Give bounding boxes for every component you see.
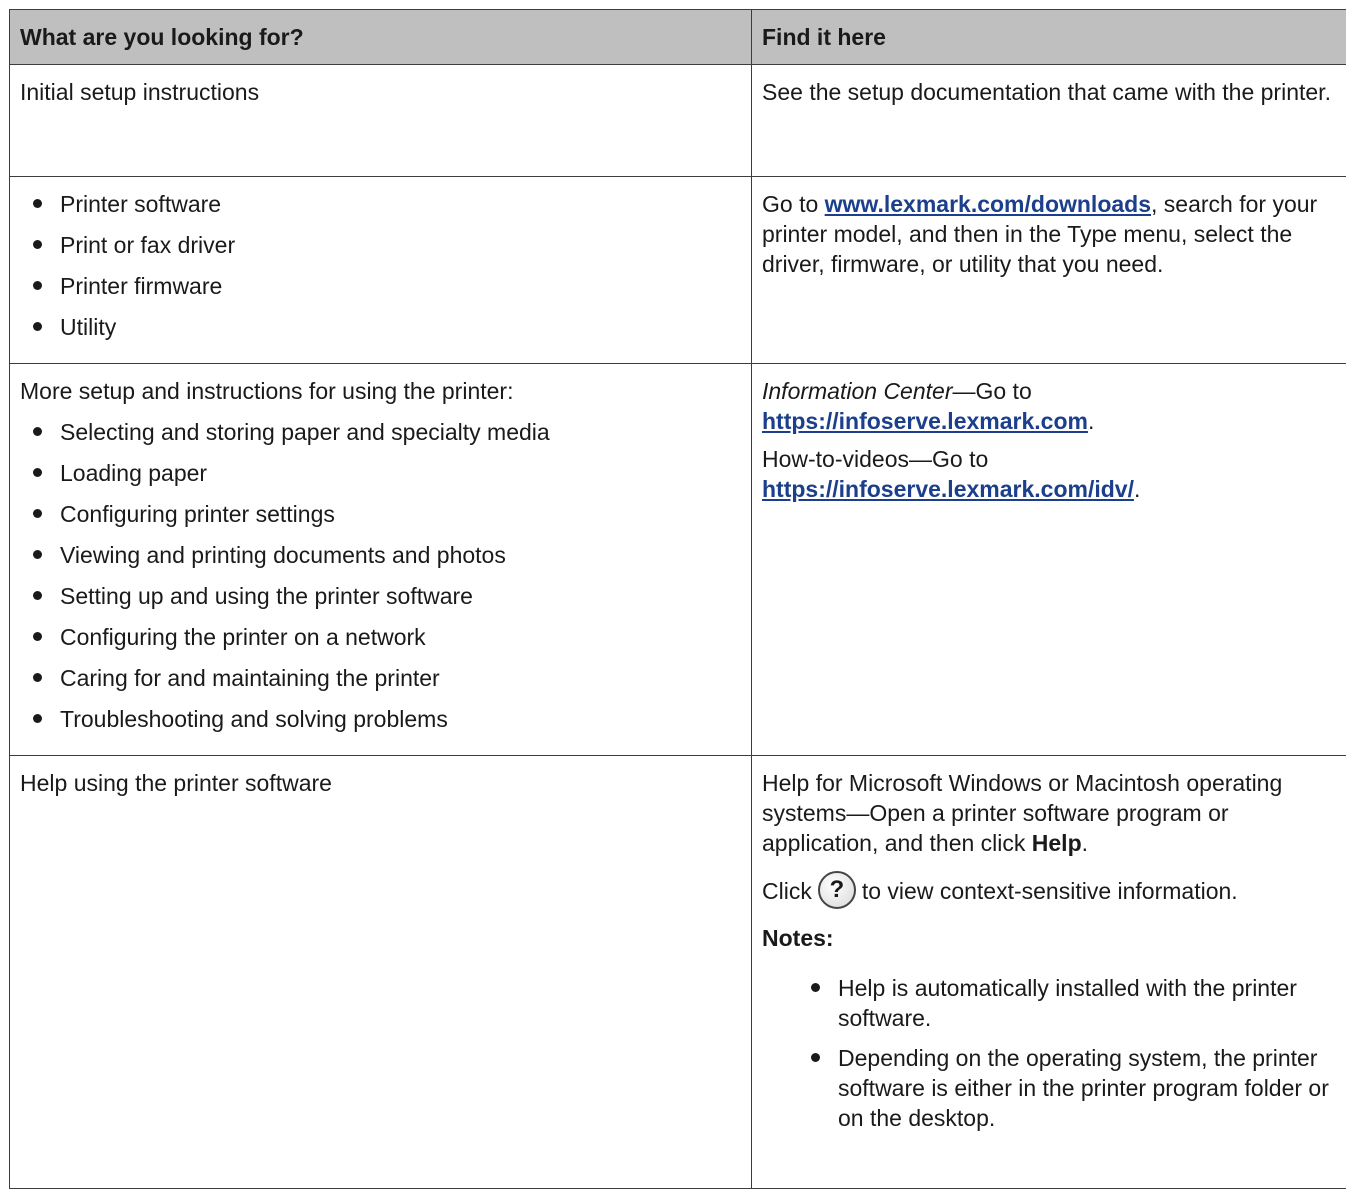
list-item: Print or fax driver — [20, 230, 741, 260]
header-looking-for: What are you looking for? — [10, 10, 752, 65]
downloads-link[interactable]: www.lexmark.com/downloads — [825, 191, 1151, 217]
software-list: Printer software Print or fax driver Pri… — [20, 189, 741, 342]
info-center-title: Information Center — [762, 378, 952, 404]
list-item: Caring for and maintaining the printer — [20, 663, 741, 693]
cell-more-setup: More setup and instructions for using th… — [10, 364, 752, 756]
list-item: Printer firmware — [20, 271, 741, 301]
list-item: Utility — [20, 312, 741, 342]
notes-title: Notes: — [762, 923, 1344, 953]
list-item: Viewing and printing documents and photo… — [20, 540, 741, 570]
list-item: Help is automatically installed with the… — [798, 973, 1344, 1033]
help-os-end: . — [1082, 830, 1088, 856]
list-item: Configuring printer settings — [20, 499, 741, 529]
videos-link[interactable]: https://infoserve.lexmark.com/idv/ — [762, 476, 1134, 502]
cell-initial-setup: Initial setup instructions — [10, 65, 752, 177]
list-item: Troubleshooting and solving problems — [20, 704, 741, 734]
reference-table: What are you looking for? Find it here I… — [9, 9, 1346, 1189]
help-question-icon: ? — [818, 871, 856, 909]
click-after-text: to view context-sensitive information. — [862, 878, 1238, 904]
cell-info-center: Information Center—Go to https://infoser… — [752, 364, 1346, 756]
videos-end: . — [1134, 476, 1140, 502]
cell-software-list: Printer software Print or fax driver Pri… — [10, 177, 752, 364]
list-item: Selecting and storing paper and specialt… — [20, 417, 741, 447]
infoserve-link[interactable]: https://infoserve.lexmark.com — [762, 408, 1088, 434]
click-help-paragraph: Click?to view context-sensitive informat… — [762, 876, 1344, 909]
cell-downloads: Go to www.lexmark.com/downloads, search … — [752, 177, 1346, 364]
list-item: Depending on the operating system, the p… — [798, 1043, 1344, 1133]
list-item: Configuring the printer on a network — [20, 622, 741, 652]
info-center-end: . — [1088, 408, 1094, 434]
click-text: Click — [762, 878, 812, 904]
help-os-paragraph: Help for Microsoft Windows or Macintosh … — [762, 768, 1344, 858]
info-center-paragraph: Information Center—Go to https://infoser… — [762, 376, 1344, 436]
list-item: Printer software — [20, 189, 741, 219]
cell-help-details: Help for Microsoft Windows or Macintosh … — [752, 756, 1346, 1189]
help-bold: Help — [1032, 830, 1082, 856]
more-setup-intro: More setup and instructions for using th… — [20, 376, 741, 406]
table-row: Initial setup instructions See the setup… — [10, 65, 1346, 177]
videos-text: How-to-videos—Go to — [762, 446, 988, 472]
list-item: Setting up and using the printer softwar… — [20, 581, 741, 611]
cell-setup-docs: See the setup documentation that came wi… — [752, 65, 1346, 177]
table-header-row: What are you looking for? Find it here — [10, 10, 1346, 65]
info-center-text: —Go to — [952, 378, 1031, 404]
table-row: Printer software Print or fax driver Pri… — [10, 177, 1346, 364]
table-row: Help using the printer software Help for… — [10, 756, 1346, 1189]
notes-list: Help is automatically installed with the… — [798, 973, 1344, 1133]
header-find-it-here: Find it here — [752, 10, 1346, 65]
cell-help-software: Help using the printer software — [10, 756, 752, 1189]
table-row: More setup and instructions for using th… — [10, 364, 1346, 756]
downloads-text-before: Go to — [762, 191, 825, 217]
help-os-text: Help for Microsoft Windows or Macintosh … — [762, 770, 1282, 856]
more-setup-list: Selecting and storing paper and specialt… — [20, 417, 741, 734]
videos-paragraph: How-to-videos—Go to https://infoserve.le… — [762, 444, 1344, 504]
list-item: Loading paper — [20, 458, 741, 488]
